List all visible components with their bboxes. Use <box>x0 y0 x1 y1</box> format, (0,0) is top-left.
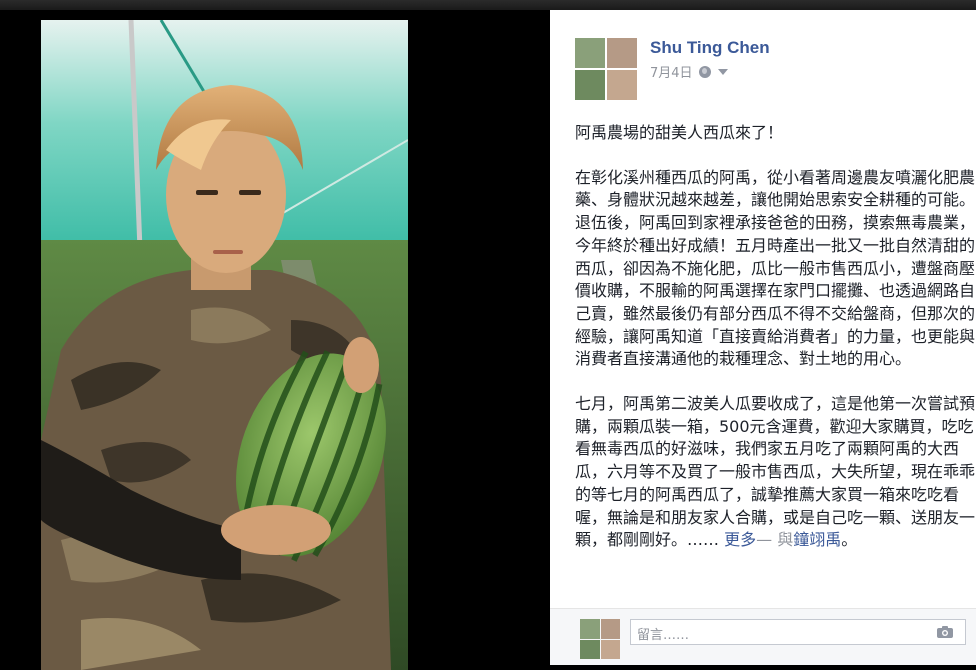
globe-icon[interactable] <box>698 65 711 78</box>
post-panel: Shu Ting Chen 7月4日 阿禹農場的甜美人西瓜來了！ 在彰化溪州種西… <box>550 10 976 665</box>
post-meta: 7月4日 <box>650 62 728 81</box>
tail-punct: 。 <box>841 530 858 550</box>
photo-viewer <box>0 10 550 670</box>
post-paragraph: 在彰化溪州種西瓜的阿禹，從小看著周邊農友噴灑化肥農藥、身體狀況越來越差，讓他開始… <box>575 167 976 369</box>
tagged-person-link[interactable]: 鐘翊禹 <box>793 530 841 549</box>
post-paragraph-text: 七月，阿禹第二波美人瓜要收成了，這是他第一次嘗試預購，兩顆瓜裝一箱，500元含運… <box>575 394 976 550</box>
top-bar <box>0 0 976 10</box>
chevron-down-icon[interactable] <box>717 68 728 75</box>
tag-separator: — 與 <box>756 530 794 550</box>
author-name[interactable]: Shu Ting Chen <box>650 38 770 58</box>
comment-input[interactable]: 留言…… <box>630 619 966 645</box>
post-photo[interactable] <box>41 20 408 670</box>
post-paragraph: 阿禹農場的甜美人西瓜來了！ <box>575 123 784 142</box>
commenter-avatar <box>580 619 620 659</box>
see-more-link[interactable]: 更多 <box>724 530 756 549</box>
comment-bar: 留言…… <box>550 608 976 665</box>
post-text: 阿禹農場的甜美人西瓜來了！ 在彰化溪州種西瓜的阿禹，從小看著周邊農友噴灑化肥農藥… <box>575 122 975 552</box>
author-avatar[interactable] <box>575 38 637 100</box>
comment-placeholder: 留言…… <box>637 628 690 643</box>
post-paragraph: 七月，阿禹第二波美人瓜要收成了，這是他第一次嘗試預購，兩顆瓜裝一箱，500元含運… <box>575 393 975 552</box>
post-date[interactable]: 7月4日 <box>650 62 693 81</box>
camera-icon[interactable] <box>937 626 953 638</box>
